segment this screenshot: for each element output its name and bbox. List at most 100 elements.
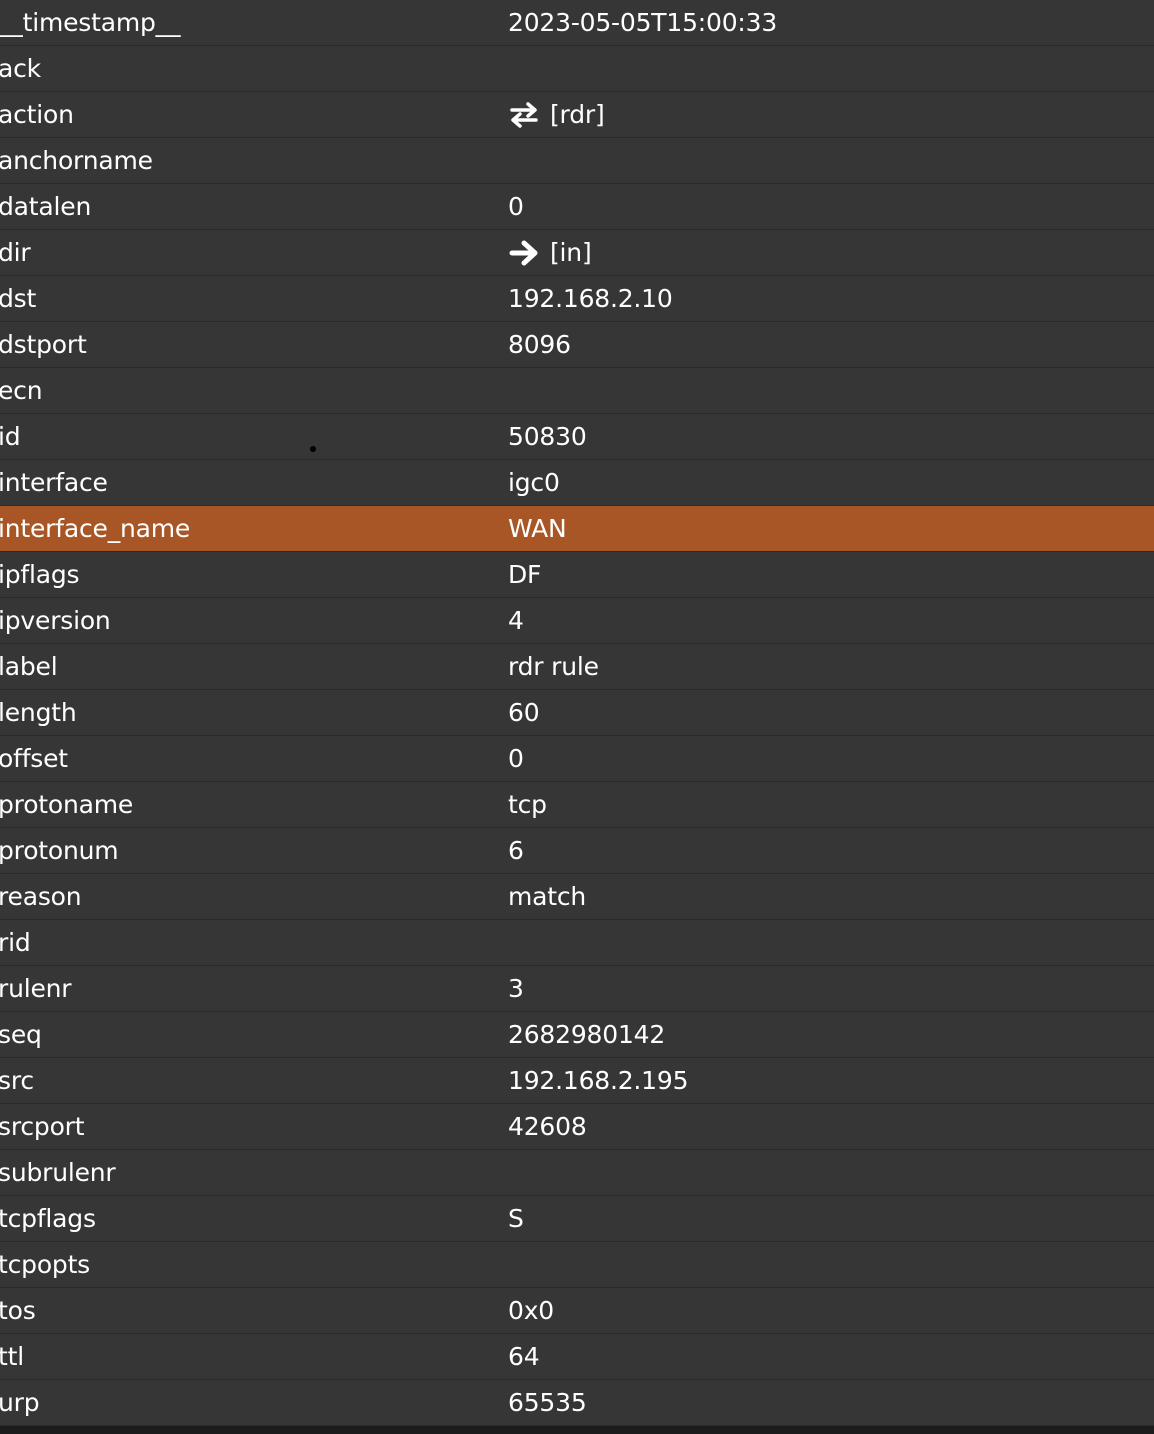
field-name: ipflags	[0, 560, 80, 589]
field-name: length	[0, 698, 77, 727]
field-value-text: DF	[508, 560, 542, 589]
arrow-right-icon	[508, 238, 540, 268]
field-value: igc0	[508, 460, 560, 506]
field-name: dstport	[0, 330, 87, 359]
field-value: 60	[508, 690, 540, 736]
field-value: rdr rule	[508, 644, 599, 690]
field-value-text: [rdr]	[550, 100, 605, 129]
table-row[interactable]: interface_name WAN	[0, 506, 1154, 552]
field-name: ipversion	[0, 606, 111, 635]
field-value-text: 50830	[508, 422, 587, 451]
field-value-text: WAN	[508, 514, 567, 543]
table-row[interactable]: dstport 8096	[0, 322, 1154, 368]
field-value: 6	[508, 828, 524, 874]
field-name: srcport	[0, 1112, 85, 1141]
field-name: ecn	[0, 376, 43, 405]
field-value-text: match	[508, 882, 587, 911]
field-name: rid	[0, 928, 31, 957]
table-row[interactable]: offset 0	[0, 736, 1154, 782]
field-name: rulenr	[0, 974, 72, 1003]
field-name: reason	[0, 882, 82, 911]
field-name: interface_name	[0, 514, 191, 543]
field-name: label	[0, 652, 58, 681]
table-row[interactable]: seq 2682980142	[0, 1012, 1154, 1058]
field-value: DF	[508, 552, 541, 598]
field-value: 8096	[508, 322, 571, 368]
table-row[interactable]: __timestamp__ 2023-05-05T15:00:33	[0, 0, 1154, 46]
field-value-text: 4	[508, 606, 524, 635]
table-row[interactable]: tos 0x0	[0, 1288, 1154, 1334]
field-value-text: 64	[508, 1342, 540, 1371]
field-value: 4	[508, 598, 524, 644]
table-row[interactable]: ipflags DF	[0, 552, 1154, 598]
field-value-text: 192.168.2.195	[508, 1066, 689, 1095]
field-name: datalen	[0, 192, 92, 221]
field-value: 64	[508, 1334, 540, 1380]
table-row[interactable]: ecn	[0, 368, 1154, 414]
table-row[interactable]: anchorname	[0, 138, 1154, 184]
field-value: [in]	[508, 230, 592, 276]
table-row[interactable]: ack	[0, 46, 1154, 92]
field-value-text: 65535	[508, 1388, 587, 1417]
table-row[interactable]: label rdr rule	[0, 644, 1154, 690]
field-value-text: 6	[508, 836, 524, 865]
table-row[interactable]: rid	[0, 920, 1154, 966]
table-row[interactable]: interface igc0	[0, 460, 1154, 506]
field-value-text: 0	[508, 192, 524, 221]
table-row[interactable]: tcpflags S	[0, 1196, 1154, 1242]
field-name: ack	[0, 54, 41, 83]
field-value-text: S	[508, 1204, 524, 1233]
table-row[interactable]: protonum 6	[0, 828, 1154, 874]
field-value-text: 0x0	[508, 1296, 555, 1325]
table-row[interactable]: ipversion 4	[0, 598, 1154, 644]
field-value: S	[508, 1196, 524, 1242]
table-row[interactable]: action [rdr]	[0, 92, 1154, 138]
table-row[interactable]: subrulenr	[0, 1150, 1154, 1196]
field-value-text: [in]	[550, 238, 592, 267]
table-row[interactable]: protoname tcp	[0, 782, 1154, 828]
table-row[interactable]: urp 65535	[0, 1380, 1154, 1426]
field-value-text: 2023-05-05T15:00:33	[508, 8, 778, 37]
field-name: dst	[0, 284, 37, 313]
field-name: tcpflags	[0, 1204, 96, 1233]
table-row[interactable]: length 60	[0, 690, 1154, 736]
field-value-text: tcp	[508, 790, 547, 819]
table-row[interactable]: ttl 64	[0, 1334, 1154, 1380]
field-name: __timestamp__	[0, 8, 181, 37]
field-value: 0x0	[508, 1288, 554, 1334]
table-row[interactable]: tcpopts	[0, 1242, 1154, 1288]
field-value-text: 3	[508, 974, 524, 1003]
field-value: 42608	[508, 1104, 587, 1150]
field-value: 192.168.2.10	[508, 276, 673, 322]
field-name: tcpopts	[0, 1250, 91, 1279]
field-value-text: 2682980142	[508, 1020, 666, 1049]
bottom-strip	[0, 1426, 1154, 1434]
field-value: [rdr]	[508, 92, 605, 138]
table-row[interactable]: datalen 0	[0, 184, 1154, 230]
field-name: src	[0, 1066, 34, 1095]
field-name: anchorname	[0, 146, 153, 175]
table-row[interactable]: src 192.168.2.195	[0, 1058, 1154, 1104]
table-row[interactable]: reason match	[0, 874, 1154, 920]
field-value: 3	[508, 966, 524, 1012]
field-name: offset	[0, 744, 68, 773]
stray-dot	[310, 446, 316, 452]
field-value: 2023-05-05T15:00:33	[508, 0, 777, 46]
field-value-text: 0	[508, 744, 524, 773]
field-name: action	[0, 100, 74, 129]
field-value: 50830	[508, 414, 587, 460]
field-name: urp	[0, 1388, 40, 1417]
table-row[interactable]: dst 192.168.2.10	[0, 276, 1154, 322]
field-value: 0	[508, 184, 524, 230]
field-name: protonum	[0, 836, 119, 865]
table-row[interactable]: srcport 42608	[0, 1104, 1154, 1150]
table-row[interactable]: id 50830	[0, 414, 1154, 460]
field-value: tcp	[508, 782, 547, 828]
field-name: seq	[0, 1020, 42, 1049]
field-name: protoname	[0, 790, 134, 819]
table-row[interactable]: rulenr 3	[0, 966, 1154, 1012]
field-value: 2682980142	[508, 1012, 665, 1058]
field-value-text: 60	[508, 698, 540, 727]
table-row[interactable]: dir [in]	[0, 230, 1154, 276]
field-name: dir	[0, 238, 31, 267]
